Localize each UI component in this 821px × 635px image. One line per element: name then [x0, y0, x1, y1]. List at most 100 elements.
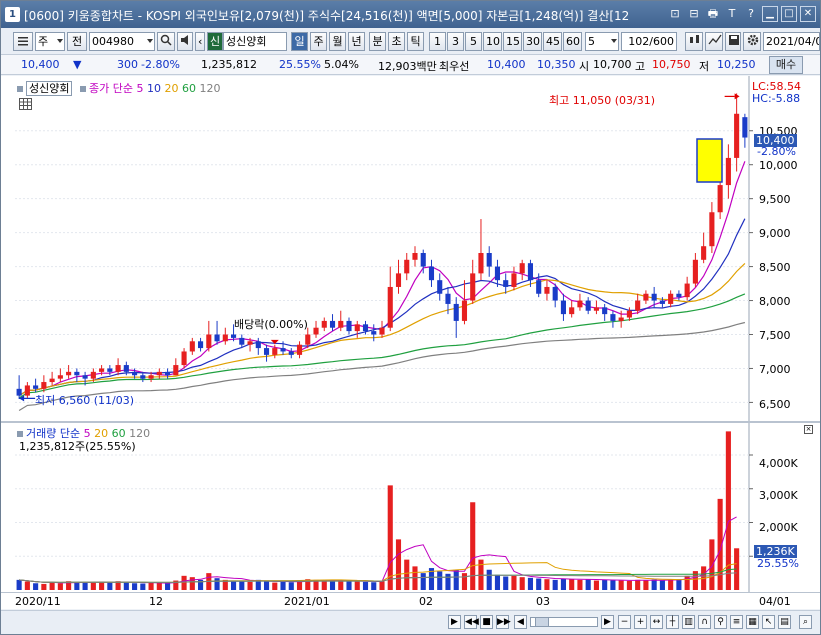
volume-bar	[651, 579, 657, 590]
low-annotation: 최저 6,560 (11/03)	[35, 394, 135, 407]
candle-body	[618, 317, 624, 321]
scroll-thumb[interactable]	[535, 617, 549, 627]
minute-15[interactable]: 15	[503, 32, 522, 51]
print-icon[interactable]: 🖶	[705, 6, 721, 22]
zoom-in-icon[interactable]: +	[634, 615, 647, 629]
period-tick[interactable]: 틱	[407, 32, 424, 51]
period-month[interactable]: 월	[329, 32, 346, 51]
help-icon[interactable]: ?	[743, 6, 759, 22]
chart-area[interactable]: 성신양회 종가 단순 5 10 20 60 120 LC:58.54 HC:-5…	[1, 76, 820, 606]
period-second[interactable]: 초	[388, 32, 405, 51]
search-chart-icon[interactable]: ⌕	[799, 615, 812, 629]
scroll-track[interactable]	[530, 617, 598, 627]
crosshair-icon[interactable]: ┼	[666, 615, 679, 629]
grid-icon[interactable]: ▦	[746, 615, 759, 629]
chart-split-icon[interactable]: ▥	[682, 615, 695, 629]
layout-icon[interactable]: ⊟	[686, 6, 702, 22]
gear-icon[interactable]	[743, 32, 761, 51]
minute-60[interactable]: 60	[563, 32, 582, 51]
minute-30[interactable]: 30	[523, 32, 542, 51]
search-icon[interactable]	[157, 32, 175, 51]
legend-ma-20[interactable]: 20	[164, 82, 178, 95]
period-week[interactable]: 주	[310, 32, 327, 51]
minimize-icon[interactable]: ▁	[762, 6, 778, 22]
cursor-icon[interactable]: ↖	[762, 615, 775, 629]
candle-body	[585, 300, 591, 311]
period-year[interactable]: 년	[348, 32, 365, 51]
volume-value: 1,235,812	[201, 58, 257, 71]
volume-bar	[461, 573, 468, 590]
candle-body	[404, 259, 410, 274]
rewind-icon[interactable]: ◀◀	[464, 615, 479, 629]
magnet-icon[interactable]: ∩	[698, 615, 711, 629]
x-label: 2020/11	[15, 595, 61, 608]
stock-code-input[interactable]: 004980	[89, 32, 155, 51]
candle-body	[354, 324, 360, 332]
candle-body	[519, 263, 525, 274]
chevron-down-icon	[147, 39, 153, 43]
legend-ma-60[interactable]: 60	[182, 82, 196, 95]
minute-1[interactable]: 1	[429, 32, 446, 51]
maximize-icon[interactable]: □	[781, 6, 797, 22]
y-label: 9,000	[759, 227, 791, 240]
view-button[interactable]: 전	[67, 32, 87, 51]
legend-ma-120[interactable]: 120	[199, 82, 220, 95]
legend-ma-label[interactable]: 종가 단순	[89, 82, 133, 95]
candle-body	[569, 307, 575, 315]
data-count-field[interactable]: 102/600	[621, 32, 677, 51]
candle-body	[659, 300, 665, 304]
volume-bar	[82, 582, 88, 590]
save-icon[interactable]	[725, 32, 741, 51]
play-icon[interactable]: ▶	[448, 615, 461, 629]
minute-45[interactable]: 45	[543, 32, 562, 51]
trend-line-icon[interactable]	[705, 32, 723, 51]
minute-select[interactable]: 5	[585, 32, 619, 51]
title-bar[interactable]: 1 [0600] 키움종합차트 - KOSPI 외국인보유[2,079(천)] …	[1, 1, 820, 28]
volume-bar	[668, 579, 674, 590]
volume-bar	[577, 579, 583, 590]
candle-body	[494, 266, 501, 281]
candle-body	[296, 344, 303, 355]
candle-body	[486, 253, 492, 267]
link-icon[interactable]: ⊡	[667, 6, 683, 22]
buy-button[interactable]: 매수	[769, 56, 803, 74]
volume-bar	[90, 582, 96, 590]
fit-icon[interactable]: ↔	[650, 615, 663, 629]
stop-icon[interactable]: ■	[480, 615, 493, 629]
minute-5[interactable]: 5	[465, 32, 482, 51]
minute-3[interactable]: 3	[447, 32, 464, 51]
forward-icon[interactable]: ▶▶	[496, 615, 511, 629]
market-select[interactable]: 주	[35, 32, 65, 51]
menu-icon[interactable]	[13, 32, 33, 51]
speaker-icon[interactable]	[177, 32, 193, 51]
volume-bar	[181, 575, 187, 590]
candle-type-icon[interactable]	[685, 32, 703, 51]
candle-body	[552, 286, 558, 301]
scroll-right-icon[interactable]: ▶	[601, 615, 614, 629]
turnover-pct: 5.04%	[324, 58, 359, 71]
period-day[interactable]: 일	[291, 32, 308, 51]
list-icon[interactable]: ≡	[730, 615, 743, 629]
font-icon[interactable]: T	[724, 6, 740, 22]
stock-name-field[interactable]: 성신양회	[223, 32, 287, 51]
chart-canvas[interactable]	[1, 76, 820, 592]
legend-ma-10[interactable]: 10	[147, 82, 161, 95]
close-icon[interactable]: ✕	[800, 6, 816, 22]
minute-10[interactable]: 10	[483, 32, 502, 51]
zoom-out-icon[interactable]: −	[618, 615, 631, 629]
table-icon[interactable]: ▤	[778, 615, 791, 629]
legend-stock-name[interactable]: 성신양회	[26, 81, 73, 96]
period-minute[interactable]: 분	[369, 32, 386, 51]
prev-stock-icon[interactable]: ‹	[195, 32, 205, 51]
candle-body	[255, 341, 261, 349]
grid-toggle-icon[interactable]	[19, 98, 32, 110]
pin-icon[interactable]: ⚲	[714, 615, 727, 629]
panel-close-icon[interactable]: ×	[804, 425, 813, 434]
legend-ma-5[interactable]: 5	[136, 82, 143, 95]
candle-body	[272, 348, 278, 355]
panel-separator[interactable]	[1, 421, 820, 423]
volume-bar	[239, 581, 245, 590]
date-field[interactable]: 2021/04/0	[763, 32, 820, 51]
scroll-left-icon[interactable]: ◀	[514, 615, 527, 629]
volume-bar	[123, 582, 129, 590]
